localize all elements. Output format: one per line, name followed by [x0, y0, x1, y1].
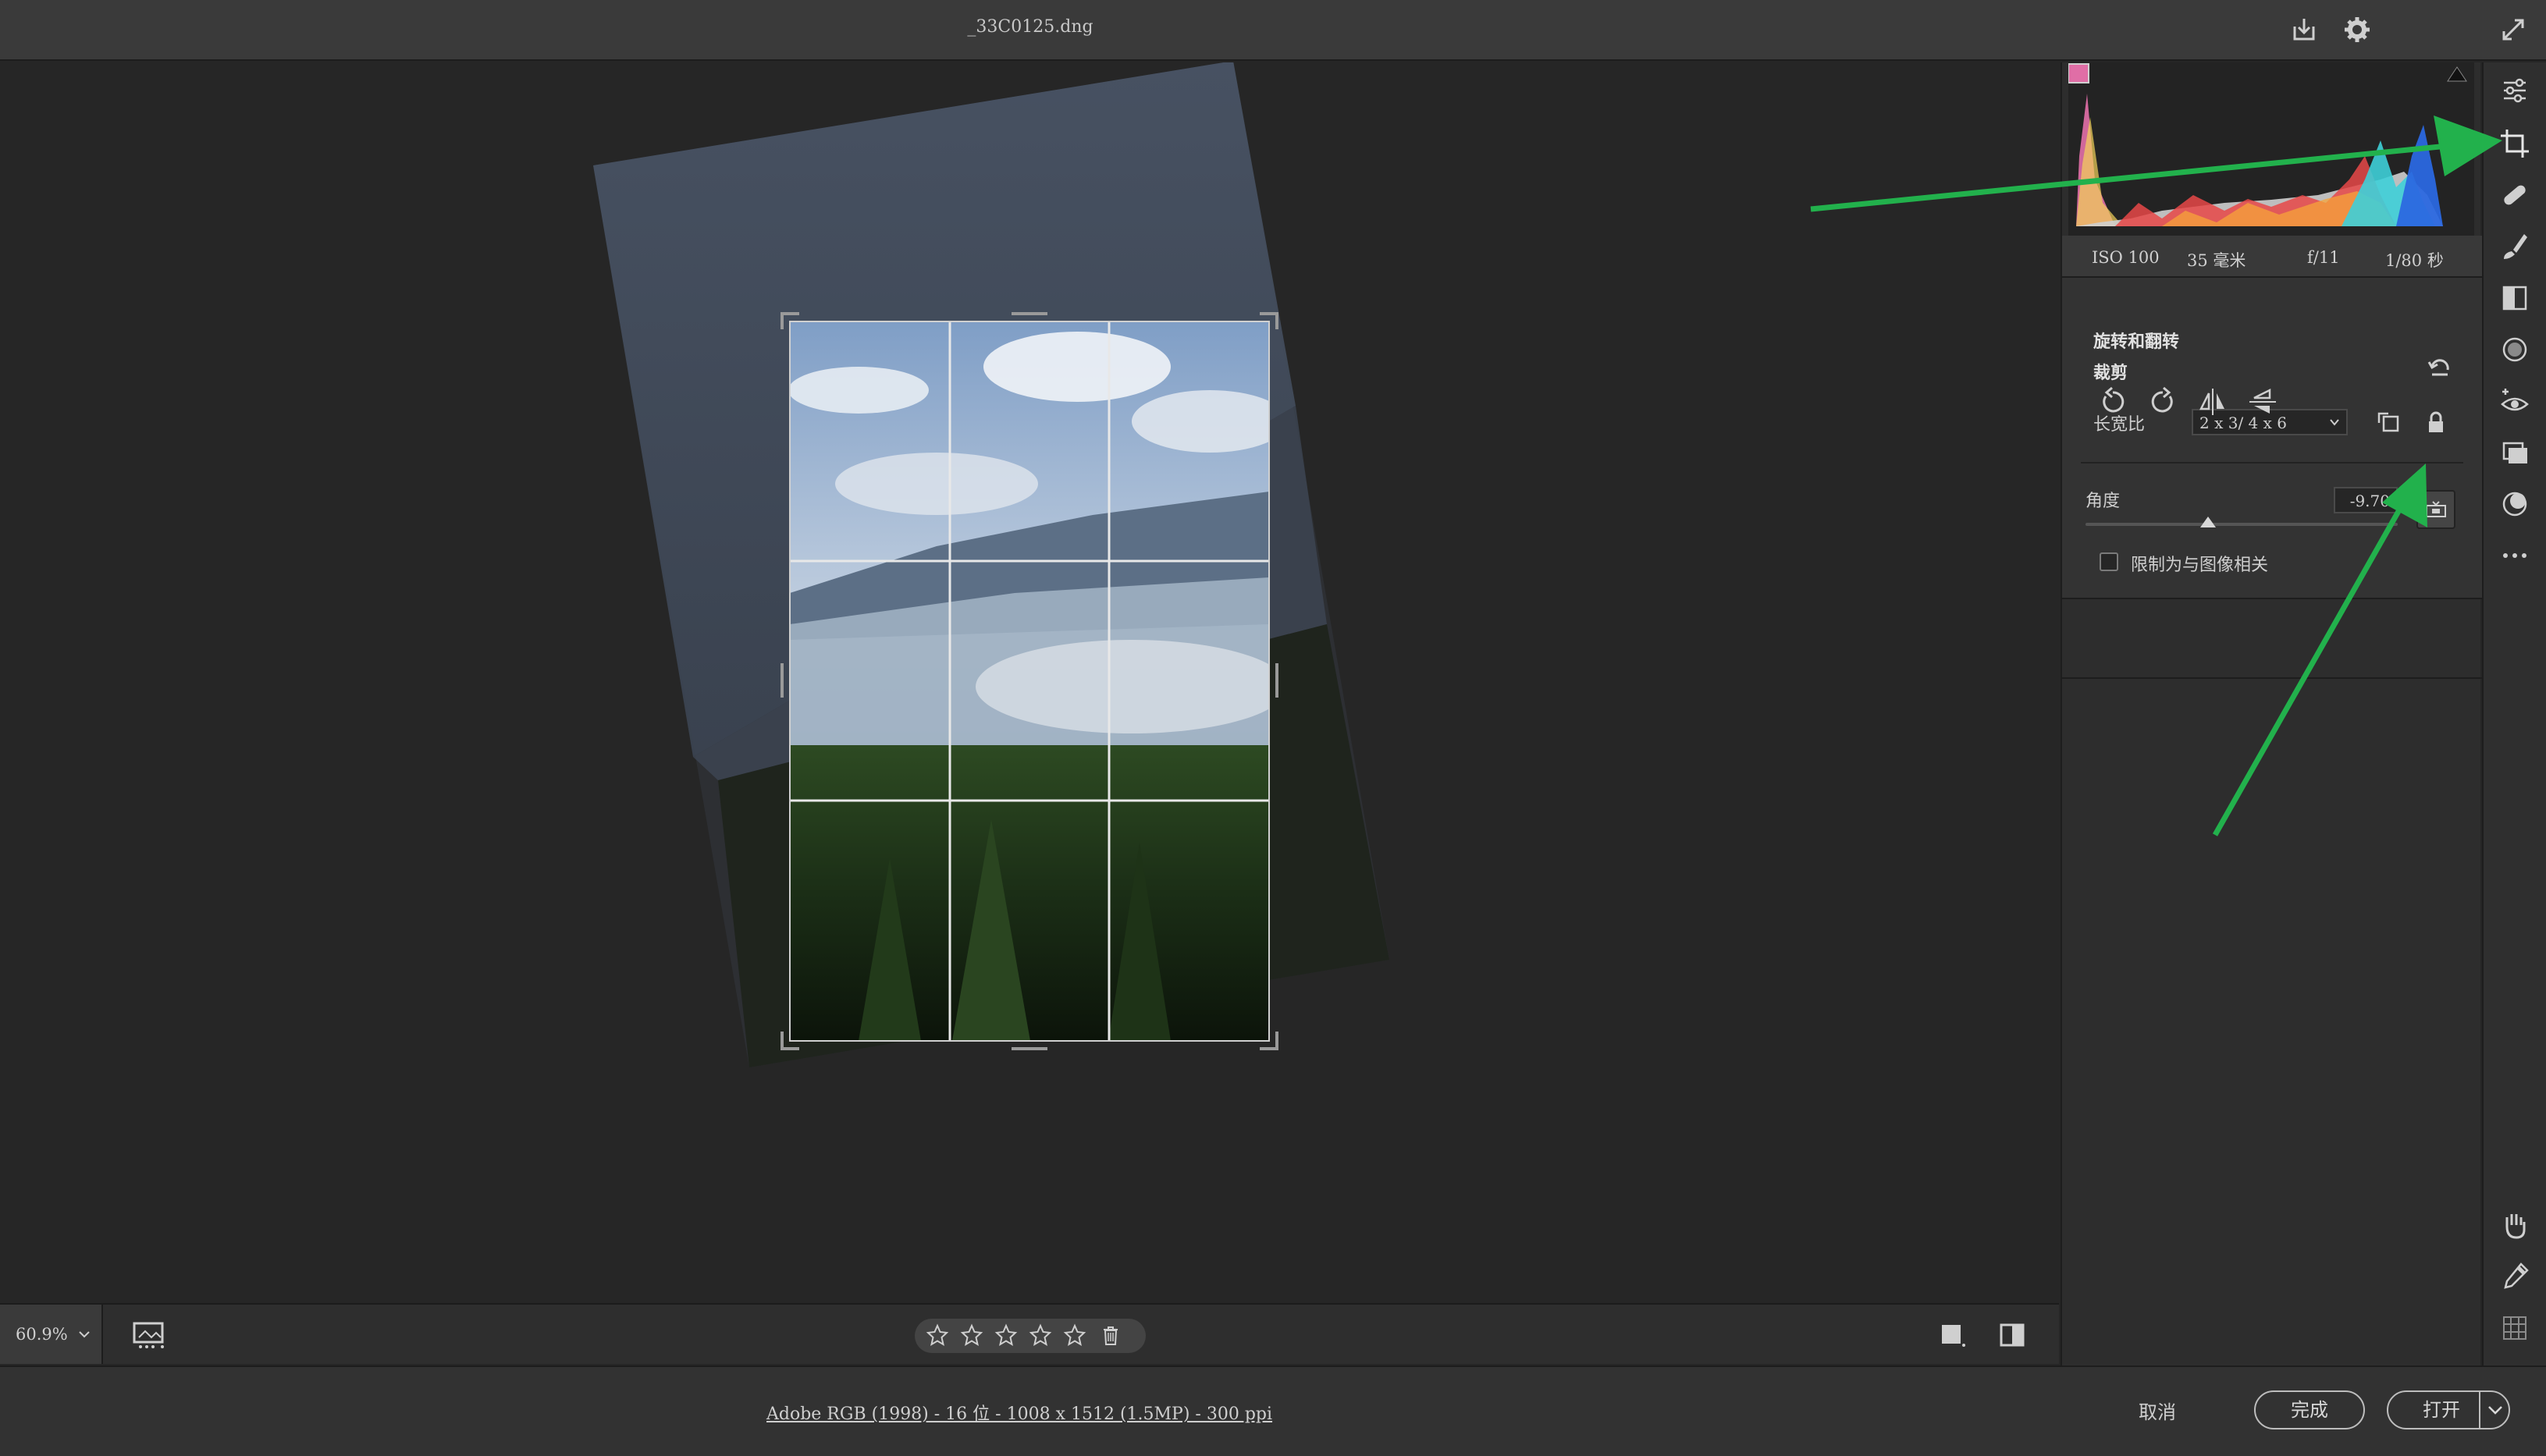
fullscreen-icon[interactable] [2496, 12, 2530, 47]
snapshots-icon[interactable] [2498, 435, 2532, 470]
lock-icon[interactable] [2424, 410, 2448, 435]
chevron-down-icon [2330, 419, 2339, 426]
angle-slider[interactable] [2086, 523, 2398, 526]
star-icon[interactable] [960, 1323, 983, 1347]
edit-sliders-icon[interactable] [2498, 73, 2532, 108]
exif-iso: ISO 100 [2092, 248, 2160, 267]
tool-strip [2482, 62, 2546, 1365]
star-icon[interactable] [1029, 1323, 1052, 1347]
grid-overlay-icon[interactable] [2498, 1311, 2532, 1345]
compare-view-icon[interactable] [1997, 1320, 2028, 1350]
save-image-icon[interactable] [2287, 12, 2321, 47]
angle-slider-thumb[interactable] [2199, 515, 2217, 529]
chevron-down-icon [79, 1331, 90, 1338]
exif-shutter: 1/80 秒 [2385, 251, 2444, 270]
star-icon[interactable] [926, 1323, 949, 1347]
before-after-view-icon[interactable] [1937, 1320, 1968, 1350]
done-button[interactable]: 完成 [2254, 1390, 2365, 1429]
exif-aperture: f/11 [2307, 248, 2340, 267]
edit-panel: ISO 100 35 毫米 f/11 1/80 秒 裁剪 长宽比 2 x 3/ … [2061, 62, 2482, 1365]
exif-focal-length: 35 毫米 [2187, 251, 2246, 270]
flip-horizontal-icon[interactable] [2196, 385, 2229, 418]
constrain-to-image-checkbox[interactable] [2100, 552, 2118, 571]
trash-icon[interactable] [1099, 1323, 1122, 1347]
reset-crop-icon[interactable] [2426, 356, 2452, 379]
open-button-divider [2479, 1392, 2480, 1428]
exif-info: ISO 100 35 毫米 f/11 1/80 秒 [2062, 236, 2482, 278]
star-icon[interactable] [994, 1323, 1018, 1347]
zoom-value: 60.9% [16, 1325, 68, 1344]
filmstrip-toggle-icon[interactable] [131, 1320, 169, 1350]
star-icon[interactable] [1063, 1323, 1086, 1347]
rotate-flip-title: 旋转和翻转 [2093, 332, 2180, 352]
presets-icon[interactable] [2498, 487, 2532, 521]
footer-bar: Adobe RGB (1998) - 16 位 - 1008 x 1512 (1… [0, 1365, 2546, 1456]
crop-panel: 裁剪 长宽比 2 x 3/ 4 x 6 角度 -9.70 限制为与图像相关 [2062, 278, 2482, 599]
brush-icon[interactable] [2498, 229, 2532, 264]
camera-raw-window: _33C0125.dng 60.9% Adobe RGB (1998) - 16… [0, 0, 2546, 1456]
photo-preview[interactable] [0, 62, 2059, 1303]
shadow-clipping-indicator[interactable] [2068, 63, 2089, 83]
healing-brush-icon[interactable] [2498, 178, 2532, 212]
radial-gradient-icon[interactable] [2498, 332, 2532, 367]
red-eye-icon[interactable] [2498, 384, 2532, 418]
divider [2062, 677, 2482, 679]
open-button-label: 打开 [2423, 1399, 2460, 1421]
zoom-dropdown[interactable]: 60.9% [0, 1305, 103, 1364]
divider [2081, 462, 2463, 463]
more-options-icon[interactable] [2498, 538, 2532, 573]
flip-vertical-icon[interactable] [2246, 385, 2279, 418]
straighten-tool-button[interactable] [2416, 490, 2455, 529]
angle-input[interactable]: -9.70 [2334, 487, 2398, 513]
angle-label: 角度 [2086, 492, 2121, 511]
star-rating[interactable] [915, 1319, 1146, 1353]
workflow-options-link[interactable]: Adobe RGB (1998) - 16 位 - 1008 x 1512 (1… [766, 1400, 1272, 1425]
eyedropper-icon[interactable] [2498, 1259, 2532, 1294]
gear-icon[interactable] [2340, 12, 2374, 47]
histogram [2068, 62, 2474, 236]
canvas-toolbar: 60.9% [0, 1303, 2059, 1364]
crop-tool-icon[interactable] [2498, 126, 2532, 161]
cancel-button[interactable]: 取消 [2139, 1397, 2176, 1424]
image-canvas[interactable] [0, 62, 2059, 1303]
rotate-left-icon[interactable] [2096, 385, 2129, 418]
linear-gradient-icon[interactable] [2498, 281, 2532, 315]
rotate-right-icon[interactable] [2146, 385, 2179, 418]
constrain-to-image-label: 限制为与图像相关 [2131, 556, 2269, 575]
swap-orientation-icon[interactable] [2376, 410, 2402, 435]
chevron-down-icon[interactable] [2487, 1403, 2504, 1417]
crop-area-image[interactable] [788, 321, 1288, 1041]
file-title: _33C0125.dng [967, 17, 1093, 37]
crop-title: 裁剪 [2093, 363, 2128, 383]
level-icon [2426, 501, 2446, 517]
title-bar: _33C0125.dng [0, 0, 2546, 61]
hand-tool-icon[interactable] [2498, 1208, 2532, 1242]
